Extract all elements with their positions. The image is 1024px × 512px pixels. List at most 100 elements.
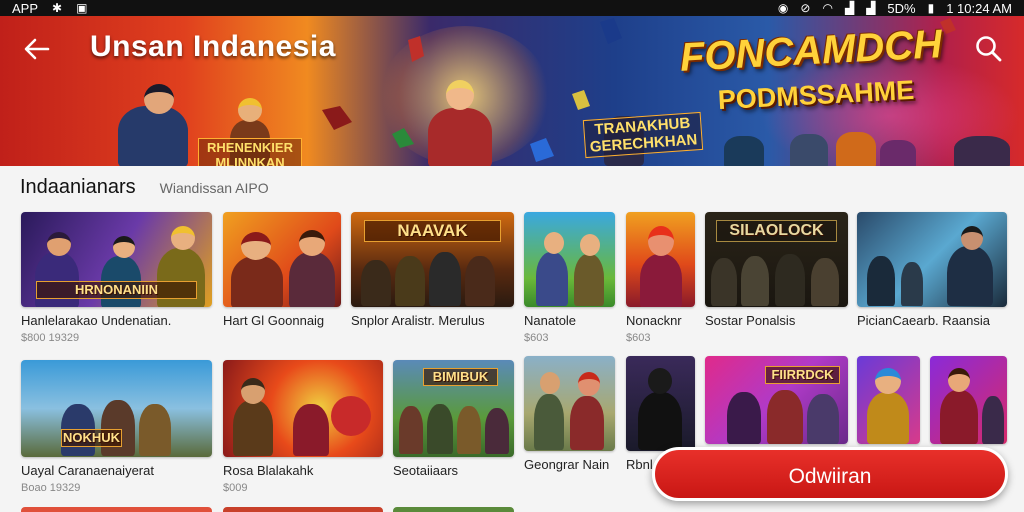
character-head (648, 226, 674, 256)
game-card[interactable]: Hart Gl Goonnaig (223, 212, 341, 332)
game-card[interactable] (930, 356, 1007, 450)
character-head (648, 368, 672, 394)
section-header: Indaanianars Wiandissan AIPO (20, 176, 269, 199)
game-thumbnail (223, 360, 383, 457)
game-title: Uayal Caranaenaiyerat (21, 463, 154, 478)
game-card[interactable]: SILAOLOCK Sostar Ponalsis (705, 212, 848, 332)
character-figure (867, 392, 909, 444)
character-figure (727, 392, 761, 444)
character-figure (901, 262, 923, 306)
game-title: Sostar Ponalsis (705, 313, 796, 328)
hero-badge-left: RHENENKIER MLINNKAN (198, 138, 302, 166)
game-thumbnail (524, 356, 615, 451)
game-title: Nanatole (524, 313, 577, 328)
game-thumbnail (626, 212, 695, 307)
game-card[interactable]: FIIRRDCK (705, 356, 848, 450)
game-title: PicianCaearb. Raansia (857, 313, 990, 328)
character-figure (427, 404, 453, 454)
game-card[interactable]: Geongrar Nain (524, 356, 615, 476)
game-title: Rosa Blalakahk (223, 463, 314, 478)
game-title: Nonacknr (626, 313, 682, 328)
character-figure (940, 390, 978, 444)
game-title: Seotaiiaars (393, 463, 459, 478)
game-price: $603 (626, 332, 651, 344)
game-card[interactable]: Nanatole $603 (524, 212, 615, 344)
character-head (961, 226, 983, 250)
next-row-thumbnail (21, 507, 212, 512)
clock: 1 10:24 AM (946, 0, 1012, 16)
game-card[interactable]: HRNONANIIN Hanlelarakao Undenatian. $800… (21, 212, 212, 344)
game-card[interactable]: Nonacknr $603 (626, 212, 695, 344)
game-thumbnail (626, 356, 695, 451)
character-figure (775, 254, 805, 306)
character-figure (536, 252, 568, 306)
game-price: $800 19329 (21, 332, 80, 344)
game-banner: HRNONANIIN (36, 281, 197, 299)
game-title: Hart Gl Goonnaig (223, 313, 325, 328)
character-figure (807, 394, 839, 444)
game-thumbnail: BIMIBUK (393, 360, 514, 457)
search-button[interactable] (972, 32, 1006, 66)
character-figure (139, 404, 171, 456)
character-figure (570, 396, 604, 450)
next-row-thumbnail (223, 507, 383, 512)
game-card[interactable]: Rosa Blalakahk $009 (223, 360, 383, 494)
character-figure (811, 258, 839, 306)
game-title: Hanlelarakao Undenatian. (21, 313, 172, 328)
status-app-label: APP (12, 0, 39, 16)
character-figure (741, 256, 769, 306)
game-banner: NOKHUK (61, 429, 122, 447)
character-figure (640, 254, 682, 307)
game-title: Snplor Aralistr. Merulus (351, 313, 485, 328)
hero-banner[interactable]: Unsan Indanesia FONCAMDCH PODMSSAHME RHE… (0, 16, 1024, 166)
character-head (299, 230, 325, 256)
location-icon: ◉ (777, 1, 789, 15)
game-card[interactable]: NOKHUK Uayal Caranaenaiyerat Boao 19329 (21, 360, 212, 494)
game-card[interactable]: NAAVAK Snplor Aralistr. Merulus (351, 212, 514, 332)
section-title: Indaanianars (20, 176, 136, 198)
next-row-thumbnail (393, 507, 514, 512)
character-figure (361, 260, 391, 306)
game-card[interactable] (857, 356, 920, 450)
character-figure (101, 400, 135, 456)
app-screen: APP ✱ ▣ ◉ ⊘ ◠ ▟ ▟ 5D% ▮ 1 10:24 AM Unsan… (0, 0, 1024, 512)
game-card[interactable]: BIMIBUK Seotaiiaars (393, 360, 514, 482)
character-figure (485, 408, 509, 454)
character-head (241, 232, 271, 260)
game-thumbnail: NOKHUK (21, 360, 212, 457)
character-head (578, 372, 600, 396)
battery-level: 5D% (887, 0, 916, 16)
game-thumbnail: NAAVAK (351, 212, 514, 307)
character-head (580, 234, 600, 256)
character-head (113, 236, 135, 258)
character-figure (399, 406, 423, 454)
settings-icon: ✱ (52, 1, 63, 15)
back-button[interactable] (22, 34, 56, 64)
download-button[interactable]: Odwiiran (652, 447, 1008, 501)
character-figure (982, 396, 1004, 444)
battery-icon: ▮ (927, 1, 935, 15)
game-banner: FIIRRDCK (765, 366, 840, 384)
mute-icon: ⊘ (800, 1, 811, 15)
game-card[interactable]: PicianCaearb. Raansia (857, 212, 1007, 332)
game-thumbnail: SILAOLOCK (705, 212, 848, 307)
character-head (875, 368, 901, 394)
character-figure (574, 254, 604, 306)
signal-icon-2: ▟ (866, 1, 876, 15)
arrow-left-icon (24, 38, 50, 60)
game-price: Boao 19329 (21, 482, 81, 494)
character-figure (233, 400, 273, 456)
character-figure (293, 404, 329, 456)
status-bar: APP ✱ ▣ ◉ ⊘ ◠ ▟ ▟ 5D% ▮ 1 10:24 AM (0, 0, 1024, 16)
character-figure (289, 252, 335, 307)
character-head (948, 368, 970, 392)
game-thumbnail: HRNONANIIN (21, 212, 212, 307)
character-figure (231, 256, 283, 307)
character-figure (457, 406, 481, 454)
game-thumbnail (223, 212, 341, 307)
character-head (331, 396, 371, 436)
character-head (544, 232, 564, 254)
character-figure (465, 256, 495, 306)
game-price: $009 (223, 482, 248, 494)
wifi-icon: ◠ (822, 1, 833, 15)
